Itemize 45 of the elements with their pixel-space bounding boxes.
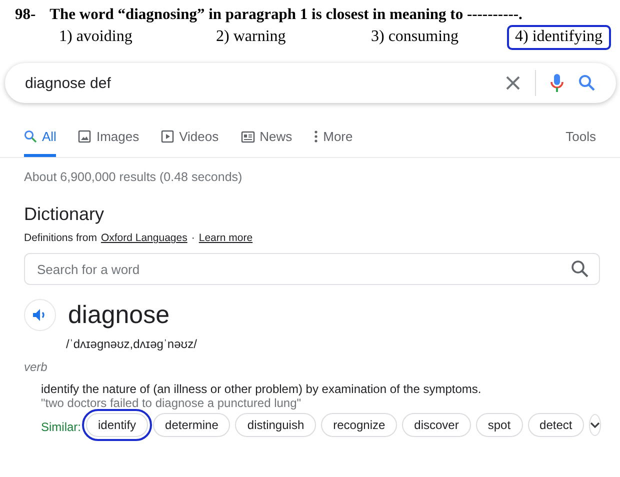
synonym-chip[interactable]: detect [528,413,584,437]
microphone-icon[interactable] [550,73,564,93]
tab[interactable]: All [24,129,56,157]
answer-option: 4) identifying [507,25,611,50]
answer-option: 3) consuming [365,25,507,50]
newspaper-icon [240,130,255,142]
definition-text: identify the nature of (an illness or other problem) by examination of the symptoms. [40,382,482,396]
answer-option: 2) warning [210,25,365,50]
source-text: Definitions from [24,232,97,244]
tab[interactable]: Images [78,129,140,157]
tools-button[interactable]: Tools [566,129,596,157]
separator-dot: · [191,232,195,244]
search-query: diagnose def [25,74,112,92]
search-icon [24,130,37,143]
question-number: 98- [15,6,36,24]
example-text: "two doctors failed to diagnose a punctured lung" [40,396,302,410]
more-icon [314,130,318,143]
answer-option: 1) avoiding [53,25,210,50]
phonetic-text: /ˈdʌɪəɡnəʊz,dʌɪəɡˈnəʊz/ [65,337,198,351]
tab[interactable]: Videos [161,129,219,157]
speaker-button[interactable] [24,299,56,331]
word-search-field[interactable]: Search for a word [24,253,600,285]
synonym-chip[interactable]: determine [153,413,230,437]
question-text: The word “diagnosing” in paragraph 1 is closest in meaning to ----------. [50,6,522,24]
dictionary-title: Dictionary [24,204,106,225]
close-icon[interactable] [505,75,521,91]
source-link[interactable]: Oxford Languages [100,232,188,244]
tab[interactable]: More [314,129,353,157]
search-icon[interactable] [578,74,596,92]
synonym-chip[interactable]: recognize [321,413,398,437]
play-icon [161,130,174,143]
part-of-speech: verb [24,360,48,374]
chevron-down-icon [590,422,600,428]
similar-label: Similar: [41,420,82,434]
tab[interactable]: News [240,129,292,157]
synonym-chip[interactable]: discover [402,413,471,437]
synonym-chip[interactable]: distinguish [235,413,316,437]
expand-button[interactable] [589,414,602,436]
learn-more-link[interactable]: Learn more [198,232,253,244]
headword: diagnose [68,300,170,330]
search-icon[interactable] [571,260,589,278]
search-bar[interactable]: diagnose def [5,63,616,103]
result-stats: About 6,900,000 results (0.48 seconds) [23,169,244,184]
synonym-chip[interactable]: spot [476,413,523,437]
image-icon [78,130,92,143]
